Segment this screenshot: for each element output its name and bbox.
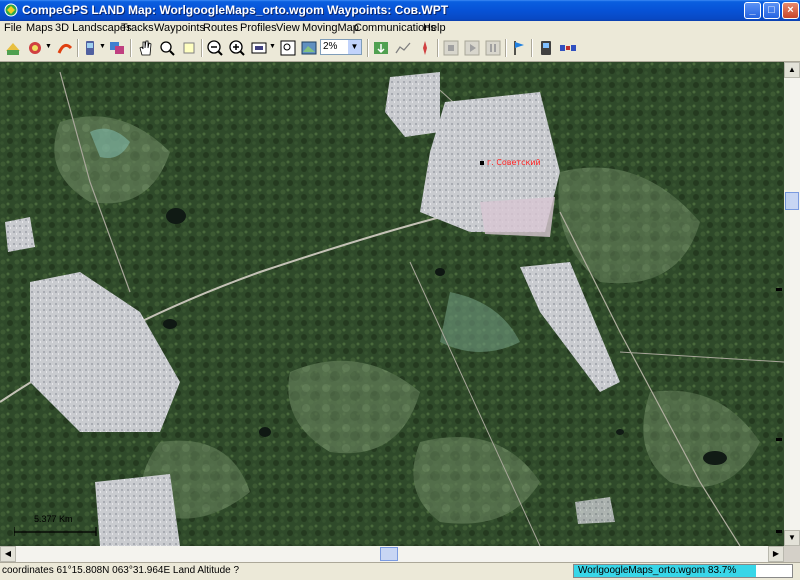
toolbar-separator xyxy=(77,39,79,57)
select-tool-icon[interactable] xyxy=(180,39,198,57)
chevron-down-icon[interactable]: ▼ xyxy=(348,40,361,54)
waypoint-flag-icon[interactable] xyxy=(510,39,528,57)
dropdown-arrow-icon[interactable]: ▼ xyxy=(269,43,276,50)
scale-label: 5.377 Km xyxy=(34,514,73,524)
track-tools-icon[interactable] xyxy=(56,39,74,57)
scale-ruler xyxy=(14,527,97,536)
dropdown-arrow-icon[interactable]: ▼ xyxy=(45,43,52,50)
horizontal-scroll-thumb[interactable] xyxy=(380,547,398,561)
zoom-tool-icon[interactable] xyxy=(158,39,176,57)
progress-text: WorlgoogleMaps_orto.wgom 83.7% xyxy=(578,565,737,576)
vertical-scrollbar[interactable]: ▲ ▼ xyxy=(784,62,800,546)
map-load-progress: WorlgoogleMaps_orto.wgom 83.7% xyxy=(573,564,793,578)
scroll-right-icon[interactable]: ▶ xyxy=(768,546,784,562)
pause-icon[interactable] xyxy=(484,39,502,57)
title-bar[interactable]: CompeGPS LAND Map: WorlgoogleMaps_orto.w… xyxy=(0,0,800,21)
map-view[interactable]: г. Советский 5.377 Km xyxy=(0,62,784,546)
waypoint-marker[interactable] xyxy=(480,161,484,165)
menu-3d-landscapes[interactable]: 3D Landscapes xyxy=(55,22,131,34)
waypoint-label[interactable]: г. Советский xyxy=(487,158,541,167)
zoom-level-value: 2% xyxy=(323,41,338,52)
windows-icon[interactable] xyxy=(108,39,126,57)
menu-movingmap[interactable]: MovingMap xyxy=(302,22,359,34)
minimize-button[interactable]: _ xyxy=(744,2,761,19)
status-bar: coordinates 61°15.808N 063°31.964E Land … xyxy=(0,562,800,580)
play-icon[interactable] xyxy=(463,39,481,57)
menu-file[interactable]: File xyxy=(4,22,22,34)
toolbar-separator xyxy=(201,39,203,57)
menu-maps[interactable]: Maps xyxy=(26,22,53,34)
maximize-button[interactable]: □ xyxy=(763,2,780,19)
menu-help[interactable]: Help xyxy=(423,22,446,34)
window-title: CompeGPS LAND Map: WorlgoogleMaps_orto.w… xyxy=(22,3,449,17)
scroll-down-icon[interactable]: ▼ xyxy=(784,530,800,546)
map-download-icon[interactable] xyxy=(372,39,390,57)
satellite-icon[interactable] xyxy=(559,39,577,57)
pan-hand-icon[interactable] xyxy=(136,39,154,57)
coordinates-readout: coordinates 61°15.808N 063°31.964E Land … xyxy=(2,565,240,576)
menu-bar: File Maps 3D Landscapes Tracks Waypoints… xyxy=(0,21,800,35)
toolbar: ▼ ▼ ▼ xyxy=(0,35,800,62)
menu-routes[interactable]: Routes xyxy=(203,22,238,34)
toolbar-separator xyxy=(505,39,507,57)
fit-map-icon[interactable] xyxy=(250,39,268,57)
satellite-map-image[interactable] xyxy=(0,62,784,546)
menu-profiles[interactable]: Profiles xyxy=(240,22,277,34)
open-map-icon[interactable] xyxy=(4,39,22,57)
compass-icon[interactable] xyxy=(416,39,434,57)
zoom-level-select[interactable]: 2% ▼ xyxy=(320,39,362,55)
gps-receiver-icon[interactable] xyxy=(537,39,555,57)
zoom-out-icon[interactable] xyxy=(206,39,224,57)
horizontal-scrollbar[interactable]: ◀ ▶ xyxy=(0,546,784,562)
zoom-window-icon[interactable] xyxy=(279,39,297,57)
toolbar-separator xyxy=(437,39,439,57)
menu-tracks[interactable]: Tracks xyxy=(121,22,154,34)
scroll-up-icon[interactable]: ▲ xyxy=(784,62,800,78)
stop-icon[interactable] xyxy=(442,39,460,57)
close-button[interactable]: × xyxy=(782,2,799,19)
zoom-in-icon[interactable] xyxy=(228,39,246,57)
gps-device-icon[interactable] xyxy=(81,39,99,57)
toolbar-separator xyxy=(531,39,533,57)
compegps-app-icon xyxy=(4,3,18,17)
scroll-left-icon[interactable]: ◀ xyxy=(0,546,16,562)
toolbar-separator xyxy=(130,39,132,57)
menu-view[interactable]: View xyxy=(276,22,300,34)
vertical-scroll-thumb[interactable] xyxy=(785,192,799,210)
map-layers-icon[interactable] xyxy=(26,39,44,57)
dropdown-arrow-icon[interactable]: ▼ xyxy=(99,43,106,50)
menu-waypoints[interactable]: Waypoints xyxy=(154,22,205,34)
toolbar-separator xyxy=(367,39,369,57)
profile-chart-icon[interactable] xyxy=(394,39,412,57)
zoom-layer-icon[interactable] xyxy=(300,39,318,57)
